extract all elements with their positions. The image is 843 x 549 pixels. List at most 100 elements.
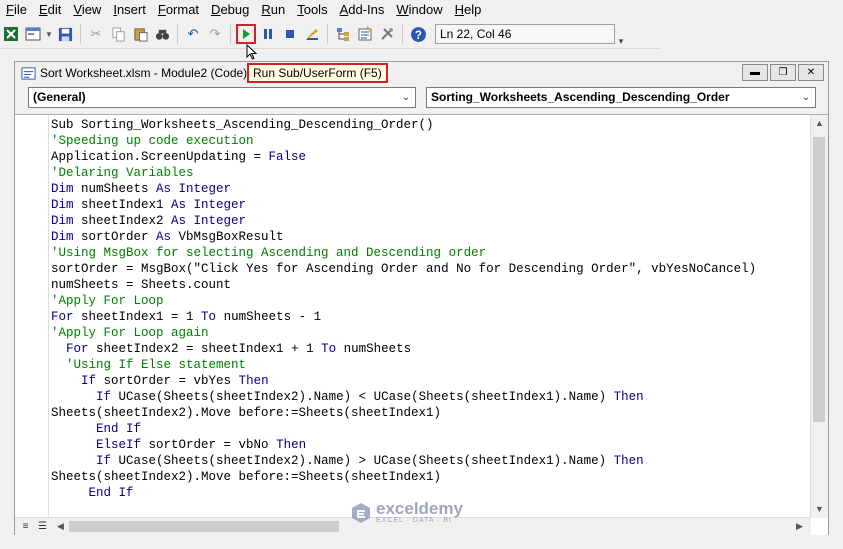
undo-icon[interactable]: ↶ <box>183 24 203 44</box>
code-line[interactable]: Sheets(sheetIndex2).Move before:=Sheets(… <box>51 469 805 485</box>
redo-icon[interactable]: ↷ <box>205 24 225 44</box>
find-icon[interactable] <box>152 24 172 44</box>
code-keyword: For <box>51 310 74 324</box>
insert-userform-icon[interactable] <box>23 24 43 44</box>
procedure-combo-value: Sorting_Worksheets_Ascending_Descending_… <box>431 90 730 104</box>
code-line[interactable]: For sheetIndex1 = 1 To numSheets - 1 <box>51 309 805 325</box>
dropdown-icon[interactable]: ▼ <box>45 24 53 44</box>
code-line[interactable]: Dim numSheets As Integer <box>51 181 805 197</box>
code-keyword: Dim <box>51 198 74 212</box>
code-line[interactable]: Dim sheetIndex2 As Integer <box>51 213 805 229</box>
toolbar-overflow-icon[interactable]: ▾ <box>617 21 625 47</box>
code-editor[interactable]: Sub Sorting_Worksheets_Ascending_Descend… <box>15 114 828 535</box>
restore-button[interactable]: ❐ <box>770 64 796 81</box>
code-token: sortOrder <box>73 230 157 244</box>
code-line[interactable]: numSheets = Sheets.count <box>51 277 805 293</box>
code-line[interactable]: 'Speeding up code execution <box>51 133 805 149</box>
menu-run[interactable]: Run <box>255 0 291 19</box>
project-explorer-icon[interactable] <box>333 24 353 44</box>
chevron-down-icon[interactable]: ⌄ <box>399 91 413 104</box>
code-line[interactable]: Application.ScreenUpdating = False <box>51 149 805 165</box>
code-keyword: Dim <box>51 214 74 228</box>
menu-help[interactable]: Help <box>449 0 488 19</box>
scroll-right-icon[interactable]: ▶ <box>791 518 808 535</box>
break-icon[interactable] <box>258 24 278 44</box>
code-line[interactable]: If UCase(Sheets(sheetIndex2).Name) > UCa… <box>51 453 805 469</box>
paste-icon[interactable] <box>130 24 150 44</box>
code-line[interactable]: ElseIf sortOrder = vbNo Then <box>51 437 805 453</box>
scroll-up-icon[interactable]: ▲ <box>811 115 828 132</box>
code-text[interactable]: Sub Sorting_Worksheets_Ascending_Descend… <box>51 117 805 515</box>
scroll-left-icon[interactable]: ◀ <box>52 518 69 535</box>
code-line[interactable]: Sub Sorting_Worksheets_Ascending_Descend… <box>51 117 805 133</box>
close-button[interactable]: ✕ <box>798 64 824 81</box>
code-line[interactable]: If UCase(Sheets(sheetIndex2).Name) < UCa… <box>51 389 805 405</box>
code-keyword: As Integer <box>171 214 247 228</box>
code-line[interactable]: sortOrder = MsgBox("Click Yes for Ascend… <box>51 261 805 277</box>
vertical-scrollbar[interactable]: ▲ ▼ <box>810 115 828 518</box>
code-line[interactable]: End If <box>51 421 805 437</box>
toolbar-separator <box>327 24 328 44</box>
exceldemy-watermark: exceldemy EXCEL · DATA · BI <box>350 500 463 525</box>
menu-window[interactable]: Window <box>390 0 448 19</box>
code-line[interactable]: Dim sheetIndex1 As Integer <box>51 197 805 213</box>
code-line[interactable]: 'Using If Else statement <box>51 357 805 373</box>
code-line[interactable]: 'Apply For Loop <box>51 293 805 309</box>
scroll-down-icon[interactable]: ▼ <box>811 501 828 518</box>
margin-indicator-bar[interactable] <box>15 115 49 518</box>
menu-insert[interactable]: Insert <box>107 0 152 19</box>
menu-edit[interactable]: Edit <box>33 0 67 19</box>
code-keyword: Then <box>613 454 644 468</box>
mouse-cursor-icon <box>246 44 258 60</box>
procedure-combo[interactable]: Sorting_Worksheets_Ascending_Descending_… <box>426 87 816 108</box>
code-comment: 'Using If Else statement <box>66 358 247 372</box>
menu-debug[interactable]: Debug <box>205 0 255 19</box>
code-line[interactable]: Dim sortOrder As VbMsgBoxResult <box>51 229 805 245</box>
code-keyword: False <box>268 150 307 164</box>
code-token: numSheets <box>336 342 412 356</box>
code-window-titlebar[interactable]: Sort Worksheet.xlsm - Module2 (Code) ▬ ❐… <box>15 62 828 84</box>
module-icon <box>20 65 36 81</box>
code-token: UCase(Sheets(sheetIndex2).Name) > UCase(… <box>111 454 614 468</box>
chevron-down-icon[interactable]: ⌄ <box>799 91 813 104</box>
reset-icon[interactable] <box>280 24 300 44</box>
code-token: sortOrder = MsgBox("Click Yes for Ascend… <box>51 262 757 276</box>
menu-add-ins[interactable]: Add-Ins <box>334 0 391 19</box>
menu-view[interactable]: View <box>67 0 107 19</box>
code-token: numSheets - 1 <box>216 310 322 324</box>
excel-icon[interactable] <box>1 24 21 44</box>
cut-icon[interactable]: ✂ <box>86 24 106 44</box>
object-combo[interactable]: (General) ⌄ <box>28 87 416 108</box>
menu-tools[interactable]: Tools <box>291 0 333 19</box>
run-icon[interactable] <box>236 24 256 44</box>
code-token: numSheets = Sheets.count <box>51 278 232 292</box>
procedure-view-icon[interactable]: ≡ <box>18 519 33 534</box>
properties-icon[interactable] <box>355 24 375 44</box>
vertical-scroll-thumb[interactable] <box>813 137 825 422</box>
code-line[interactable]: 'Delaring Variables <box>51 165 805 181</box>
full-module-view-icon[interactable]: ☰ <box>35 519 50 534</box>
menu-file[interactable]: File <box>0 0 33 19</box>
code-line[interactable]: 'Apply For Loop again <box>51 325 805 341</box>
code-token: sheetIndex2 <box>73 214 172 228</box>
minimize-button[interactable]: ▬ <box>742 64 768 81</box>
design-mode-icon[interactable] <box>302 24 322 44</box>
help-icon[interactable]: ? <box>408 24 428 44</box>
watermark-tagline: EXCEL · DATA · BI <box>376 517 452 524</box>
code-line[interactable]: If sortOrder = vbYes Then <box>51 373 805 389</box>
toolbox-icon[interactable] <box>377 24 397 44</box>
run-tooltip: Run Sub/UserForm (F5) <box>247 63 388 83</box>
code-token: sheetIndex2 = sheetIndex1 + 1 <box>88 342 322 356</box>
menu-format[interactable]: Format <box>152 0 205 19</box>
code-keyword: For <box>66 342 89 356</box>
exceldemy-logo-icon <box>352 502 370 523</box>
code-line[interactable]: Sheets(sheetIndex2).Move before:=Sheets(… <box>51 405 805 421</box>
copy-icon[interactable] <box>108 24 128 44</box>
horizontal-scroll-thumb[interactable] <box>69 521 339 532</box>
save-icon[interactable] <box>55 24 75 44</box>
code-line[interactable]: 'Using MsgBox for selecting Ascending an… <box>51 245 805 261</box>
code-line[interactable]: For sheetIndex2 = sheetIndex1 + 1 To num… <box>51 341 805 357</box>
